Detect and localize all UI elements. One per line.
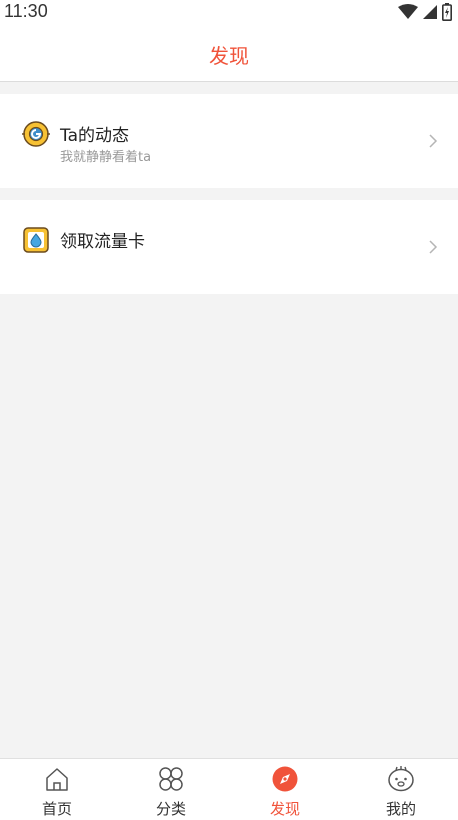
bottom-tab-bar: 首页 分类 发现 我的 [0, 758, 458, 820]
status-bar: 11:30 [0, 0, 458, 24]
home-icon [46, 768, 68, 791]
status-icons [398, 2, 452, 22]
status-time: 11:30 [4, 1, 48, 21]
smiley-face-icon [388, 766, 414, 792]
battery-icon [442, 3, 452, 21]
wifi-icon [398, 4, 418, 19]
tab-category-label: 分类 [155, 800, 186, 818]
traffic-card-item[interactable]: 领取流量卡 [0, 200, 458, 294]
tab-home[interactable]: 首页 [0, 759, 114, 820]
grid-icon [159, 767, 183, 791]
top-header: 发现 [0, 24, 458, 82]
tab-discover[interactable]: 发现 [228, 759, 342, 820]
tab-home-label: 首页 [41, 800, 72, 818]
tab-discover-label: 发现 [269, 800, 300, 818]
compass-icon [272, 766, 298, 792]
traffic-card-title: 领取流量卡 [60, 232, 145, 252]
dynamics-item[interactable]: Ta的动态 我就静静看着ta [0, 94, 458, 188]
eye-radar-icon [22, 121, 50, 147]
tab-category[interactable]: 分类 [114, 759, 228, 820]
chevron-right-icon [429, 240, 438, 254]
water-drop-card-icon [23, 227, 49, 253]
tab-mine[interactable]: 我的 [344, 759, 458, 820]
signal-icon [423, 5, 437, 19]
chevron-right-icon [429, 134, 438, 148]
tab-mine-label: 我的 [385, 800, 416, 818]
dynamics-title: Ta的动态 [60, 126, 129, 146]
dynamics-subtitle: 我就静静看着ta [60, 150, 152, 165]
page-title: 发现 [209, 44, 249, 68]
